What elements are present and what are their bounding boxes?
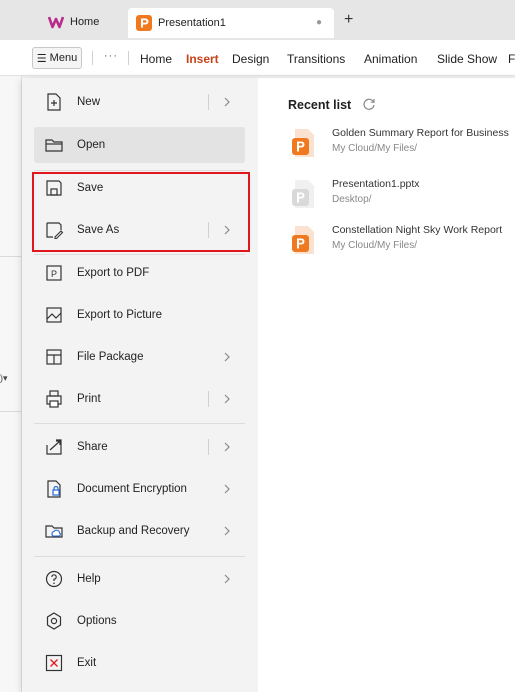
divider xyxy=(34,423,245,424)
menu-item-label: Export to PDF xyxy=(77,267,150,279)
ribbon-tab-home[interactable]: Home xyxy=(140,52,172,66)
tab-presentation-label: Presentation1 xyxy=(158,17,226,29)
menu-item-file-package[interactable]: File Package xyxy=(34,339,245,375)
divider xyxy=(208,94,209,110)
menu-item-export-pdf[interactable]: P Export to PDF xyxy=(34,255,245,291)
recent-item[interactable]: Constellation Night Sky Work Report My C… xyxy=(292,224,515,260)
ribbon-tab-slide-show[interactable]: Slide Show xyxy=(437,52,497,66)
presentation-file-icon xyxy=(292,226,314,254)
refresh-icon[interactable] xyxy=(362,97,376,111)
cloud-backup-icon xyxy=(44,521,64,541)
font-size-fragment[interactable]: )▾ xyxy=(0,373,8,384)
chevron-right-icon xyxy=(224,352,230,362)
menu-item-label: Backup and Recovery xyxy=(77,525,190,537)
tab-presentation[interactable]: Presentation1 ● xyxy=(128,8,334,38)
presentation-icon xyxy=(136,15,152,31)
menu-item-export-picture[interactable]: Export to Picture xyxy=(34,297,245,333)
menu-item-print[interactable]: Print xyxy=(34,381,245,417)
help-icon xyxy=(44,569,64,589)
chevron-right-icon[interactable] xyxy=(221,94,233,110)
ribbon-tab-insert[interactable]: Insert xyxy=(186,52,219,66)
menu-item-label: Help xyxy=(77,573,101,585)
highlight-box xyxy=(32,172,250,252)
divider xyxy=(34,556,245,557)
menu-item-open[interactable]: Open xyxy=(34,127,245,163)
menu-item-label: File Package xyxy=(77,351,144,363)
menu-item-backup-recovery[interactable]: Backup and Recovery xyxy=(34,513,245,549)
file-menu-panel: New Open Save Save As P Export to PDF Ex… xyxy=(22,78,515,692)
menu-item-share[interactable]: Share xyxy=(34,429,245,465)
svg-text:P: P xyxy=(51,269,57,279)
ribbon-tab-animation[interactable]: Animation xyxy=(364,52,417,66)
wps-logo-icon xyxy=(48,16,64,29)
file-menu-sidebar: New Open Save Save As P Export to PDF Ex… xyxy=(22,78,258,692)
recent-item-name: Golden Summary Report for Business xyxy=(332,127,509,139)
ribbon-tab-design[interactable]: Design xyxy=(232,52,269,66)
recent-item-path: My Cloud/My Files/ xyxy=(332,240,418,251)
tab-home[interactable]: Home xyxy=(40,8,124,36)
chevron-right-icon xyxy=(224,526,230,536)
presentation-file-icon xyxy=(292,180,314,208)
recent-item-path: My Cloud/My Files/ xyxy=(332,143,418,154)
recent-item-name: Constellation Night Sky Work Report xyxy=(332,224,503,236)
title-bar: Home Presentation1 ● + xyxy=(0,0,515,40)
close-icon xyxy=(44,653,64,673)
export-pdf-icon: P xyxy=(44,263,64,283)
hamburger-icon: ☰ xyxy=(36,52,47,65)
document-edge: )▾ xyxy=(0,76,22,692)
menu-item-label: Print xyxy=(77,393,101,405)
presentation-file-icon xyxy=(292,129,314,157)
ribbon-separator xyxy=(128,51,129,65)
divider xyxy=(208,439,209,455)
new-file-icon xyxy=(44,92,64,112)
lock-icon xyxy=(44,479,64,499)
unsaved-dot-icon: ● xyxy=(315,17,322,28)
menu-item-label: Export to Picture xyxy=(77,309,163,321)
menu-item-label: Document Encryption xyxy=(77,483,187,495)
tab-home-label: Home xyxy=(70,16,100,28)
menu-item-new[interactable]: New xyxy=(34,84,245,120)
file-package-icon xyxy=(44,347,64,367)
menu-button-label: Menu xyxy=(49,52,78,64)
recent-list-title: Recent list xyxy=(288,98,352,112)
menu-item-help[interactable]: Help xyxy=(34,561,245,597)
new-tab-button[interactable]: + xyxy=(344,11,353,29)
recent-item-path: Desktop/ xyxy=(332,194,372,205)
folder-open-icon xyxy=(44,135,64,155)
chevron-right-icon[interactable] xyxy=(221,391,233,407)
gear-icon xyxy=(44,611,64,631)
ribbon-tab-transitions[interactable]: Transitions xyxy=(287,52,345,66)
recent-item[interactable]: Golden Summary Report for Business My Cl… xyxy=(292,127,515,163)
recent-item-name: Presentation1.pptx xyxy=(332,178,420,190)
print-icon xyxy=(44,389,64,409)
ribbon-tab-overflow[interactable]: F xyxy=(508,52,515,66)
share-icon xyxy=(44,437,64,457)
menu-button[interactable]: ☰ Menu xyxy=(32,47,82,69)
menu-item-label: Open xyxy=(77,139,106,151)
menu-item-options[interactable]: Options xyxy=(34,603,245,639)
menu-item-label: Options xyxy=(77,615,117,627)
ribbon-separator xyxy=(92,51,93,65)
chevron-right-icon xyxy=(224,484,230,494)
menu-item-exit[interactable]: Exit xyxy=(34,645,245,681)
chevron-right-icon xyxy=(224,574,230,584)
recent-item[interactable]: Presentation1.pptx Desktop/ xyxy=(292,178,515,214)
ribbon-tabs: ☰ Menu ··· Home Insert Design Transition… xyxy=(0,40,515,76)
more-button[interactable]: ··· xyxy=(104,50,118,62)
divider xyxy=(0,411,22,412)
menu-item-document-encryption[interactable]: Document Encryption xyxy=(34,471,245,507)
menu-item-label: New xyxy=(77,96,101,108)
menu-item-label: Exit xyxy=(77,657,97,669)
export-picture-icon xyxy=(44,305,64,325)
divider xyxy=(208,391,209,407)
divider xyxy=(0,256,22,257)
chevron-right-icon[interactable] xyxy=(221,439,233,455)
menu-item-label: Share xyxy=(77,441,108,453)
